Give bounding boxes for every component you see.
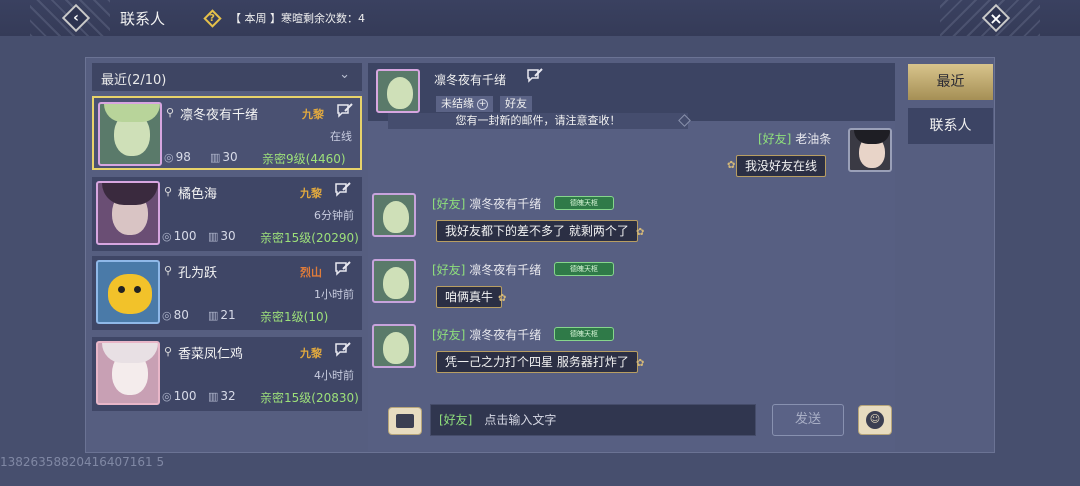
emoji-icon: ☺ xyxy=(866,411,884,429)
list-filter-label: 最近(2/10) xyxy=(101,73,167,88)
chat-icon[interactable] xyxy=(336,102,354,120)
close-button[interactable]: × xyxy=(981,3,1011,33)
contact-card[interactable]: ⚲ 凛冬夜有千绪 九黎 在线 ◎ 98 ▥ 30 亲密9级(4460) xyxy=(92,96,362,170)
message-sender: [好友] 凛冬夜有千绪 xyxy=(432,263,542,277)
input-placeholder: 点击输入文字 xyxy=(484,413,557,427)
power-icon: ◎ xyxy=(164,151,174,164)
level-icon: ▥ xyxy=(210,151,221,164)
send-button[interactable]: 发送 xyxy=(772,404,844,436)
emoji-button[interactable]: ☺ xyxy=(858,405,892,435)
contact-name: 凛冬夜有千绪 xyxy=(180,108,259,123)
weekly-greeting-count: 【 本周 】寒暄剩余次数：4 xyxy=(230,12,365,25)
chat-icon[interactable] xyxy=(526,67,544,85)
tab-recent[interactable]: 最近 xyxy=(908,64,993,100)
online-status: 在线 xyxy=(330,130,352,143)
avatar[interactable] xyxy=(372,259,416,303)
last-online: 1小时前 xyxy=(314,288,354,301)
message-bubble: 咱俩真牛 xyxy=(436,286,503,308)
level-icon: ▥ xyxy=(208,390,219,403)
input-channel: [好友] xyxy=(439,413,473,427)
message-bubble: 凭一己之力打个四星 服务器打炸了 xyxy=(436,351,638,373)
chat-input-bar: [好友] 点击输入文字 发送 ☺ xyxy=(368,399,895,451)
contact-name: 孔为跃 xyxy=(178,266,218,281)
page-title: 联系人 xyxy=(120,10,166,28)
plus-icon: + xyxy=(477,98,488,110)
back-button[interactable]: ‹ xyxy=(61,3,91,33)
avatar xyxy=(98,102,162,166)
avatar xyxy=(96,181,160,245)
avatar xyxy=(96,260,160,324)
power-icon: ◎ xyxy=(162,230,172,243)
level-icon: ▥ xyxy=(208,230,219,243)
intimacy-level: 亲密15级(20830) xyxy=(260,391,359,405)
unbound-tag[interactable]: 未结缘 + xyxy=(436,96,493,112)
power-icon: ◎ xyxy=(162,309,172,322)
chat-icon[interactable] xyxy=(334,341,352,359)
power-icon: ◎ xyxy=(162,390,172,403)
microphone-icon xyxy=(396,414,414,428)
intimacy-level: 亲密9级(4460) xyxy=(262,152,346,166)
avatar[interactable] xyxy=(376,69,420,113)
contact-name: 香菜凤仁鸡 xyxy=(178,347,244,362)
server-tag: 九黎 xyxy=(300,347,322,360)
level-icon: ▥ xyxy=(208,309,219,322)
message-bubble: 我没好友在线 xyxy=(736,155,827,177)
search-icon: ⚲ xyxy=(166,106,175,119)
friend-tag: 好友 xyxy=(500,96,532,112)
tab-contacts[interactable]: 联系人 xyxy=(908,108,993,144)
chat-icon[interactable] xyxy=(334,181,352,199)
chat-input[interactable]: [好友] 点击输入文字 xyxy=(430,404,756,436)
search-icon: ⚲ xyxy=(164,264,173,277)
mail-notice[interactable]: 您有一封新的邮件，请注意查收！ xyxy=(388,113,688,129)
server-tag: 烈山 xyxy=(300,266,322,279)
message-sender: [好友] 凛冬夜有千绪 xyxy=(432,328,542,342)
bubble-knot-icon: ✿ xyxy=(498,293,507,304)
top-bar: ‹ 联系人 ? 【 本周 】寒暄剩余次数：4 × xyxy=(0,0,1080,36)
contact-list: 最近(2/10) ⌄ ⚲ 凛冬夜有千绪 九黎 在线 ◎ 98 ▥ 30 亲密9级(4… xyxy=(92,63,362,451)
intimacy-level: 亲密1级(10) xyxy=(260,310,329,324)
message-sender: [好友] 凛冬夜有千绪 xyxy=(432,197,542,211)
last-online: 4小时前 xyxy=(314,369,354,382)
last-online: 6分钟前 xyxy=(314,209,354,222)
avatar xyxy=(96,341,160,405)
message-bubble: 我好友都下的差不多了 就剩两个了 xyxy=(436,220,638,242)
title-badge: 德魄天枢 xyxy=(554,262,614,276)
server-tag: 九黎 xyxy=(300,187,322,200)
contact-card[interactable]: ⚲ 香菜凤仁鸡 九黎 4小时前 ◎ 100 ▥ 32 亲密15级(20830) xyxy=(92,337,362,411)
help-diamond-icon[interactable]: ? xyxy=(202,8,222,28)
contact-card[interactable]: ⚲ 孔为跃 烈山 1小时前 ◎ 80 ▥ 21 亲密1级(10) xyxy=(92,256,362,330)
voice-button[interactable] xyxy=(388,407,422,435)
server-tag: 九黎 xyxy=(302,108,324,121)
intimacy-level: 亲密15级(20290) xyxy=(260,231,359,245)
avatar[interactable] xyxy=(372,193,416,237)
watermark-id: 13826358820416407161 5 xyxy=(0,455,165,469)
contact-card[interactable]: ⚲ 橘色海 九黎 6分钟前 ◎ 100 ▥ 30 亲密15级(20290) xyxy=(92,177,362,251)
search-icon: ⚲ xyxy=(164,345,173,358)
title-badge: 德魄天枢 xyxy=(554,196,614,210)
list-filter-dropdown[interactable]: 最近(2/10) ⌄ xyxy=(92,63,362,91)
chat-partner-name: 凛冬夜有千绪 xyxy=(434,73,507,87)
search-icon: ⚲ xyxy=(164,185,173,198)
contact-name: 橘色海 xyxy=(178,187,218,202)
avatar[interactable] xyxy=(372,324,416,368)
message-sender: [好友] 老油条 xyxy=(758,132,832,146)
avatar[interactable] xyxy=(848,128,892,172)
title-badge: 德魄天枢 xyxy=(554,327,614,341)
chat-icon[interactable] xyxy=(334,260,352,278)
bubble-knot-icon: ✿ xyxy=(636,227,645,238)
chevron-down-icon: ⌄ xyxy=(339,67,350,82)
bubble-knot-icon: ✿ xyxy=(727,160,736,171)
chat-panel: 凛冬夜有千绪 未结缘 + 好友 您有一封新的邮件，请注意查收！ [好友] 老油条 … xyxy=(368,63,895,451)
bubble-knot-icon: ✿ xyxy=(636,358,645,369)
